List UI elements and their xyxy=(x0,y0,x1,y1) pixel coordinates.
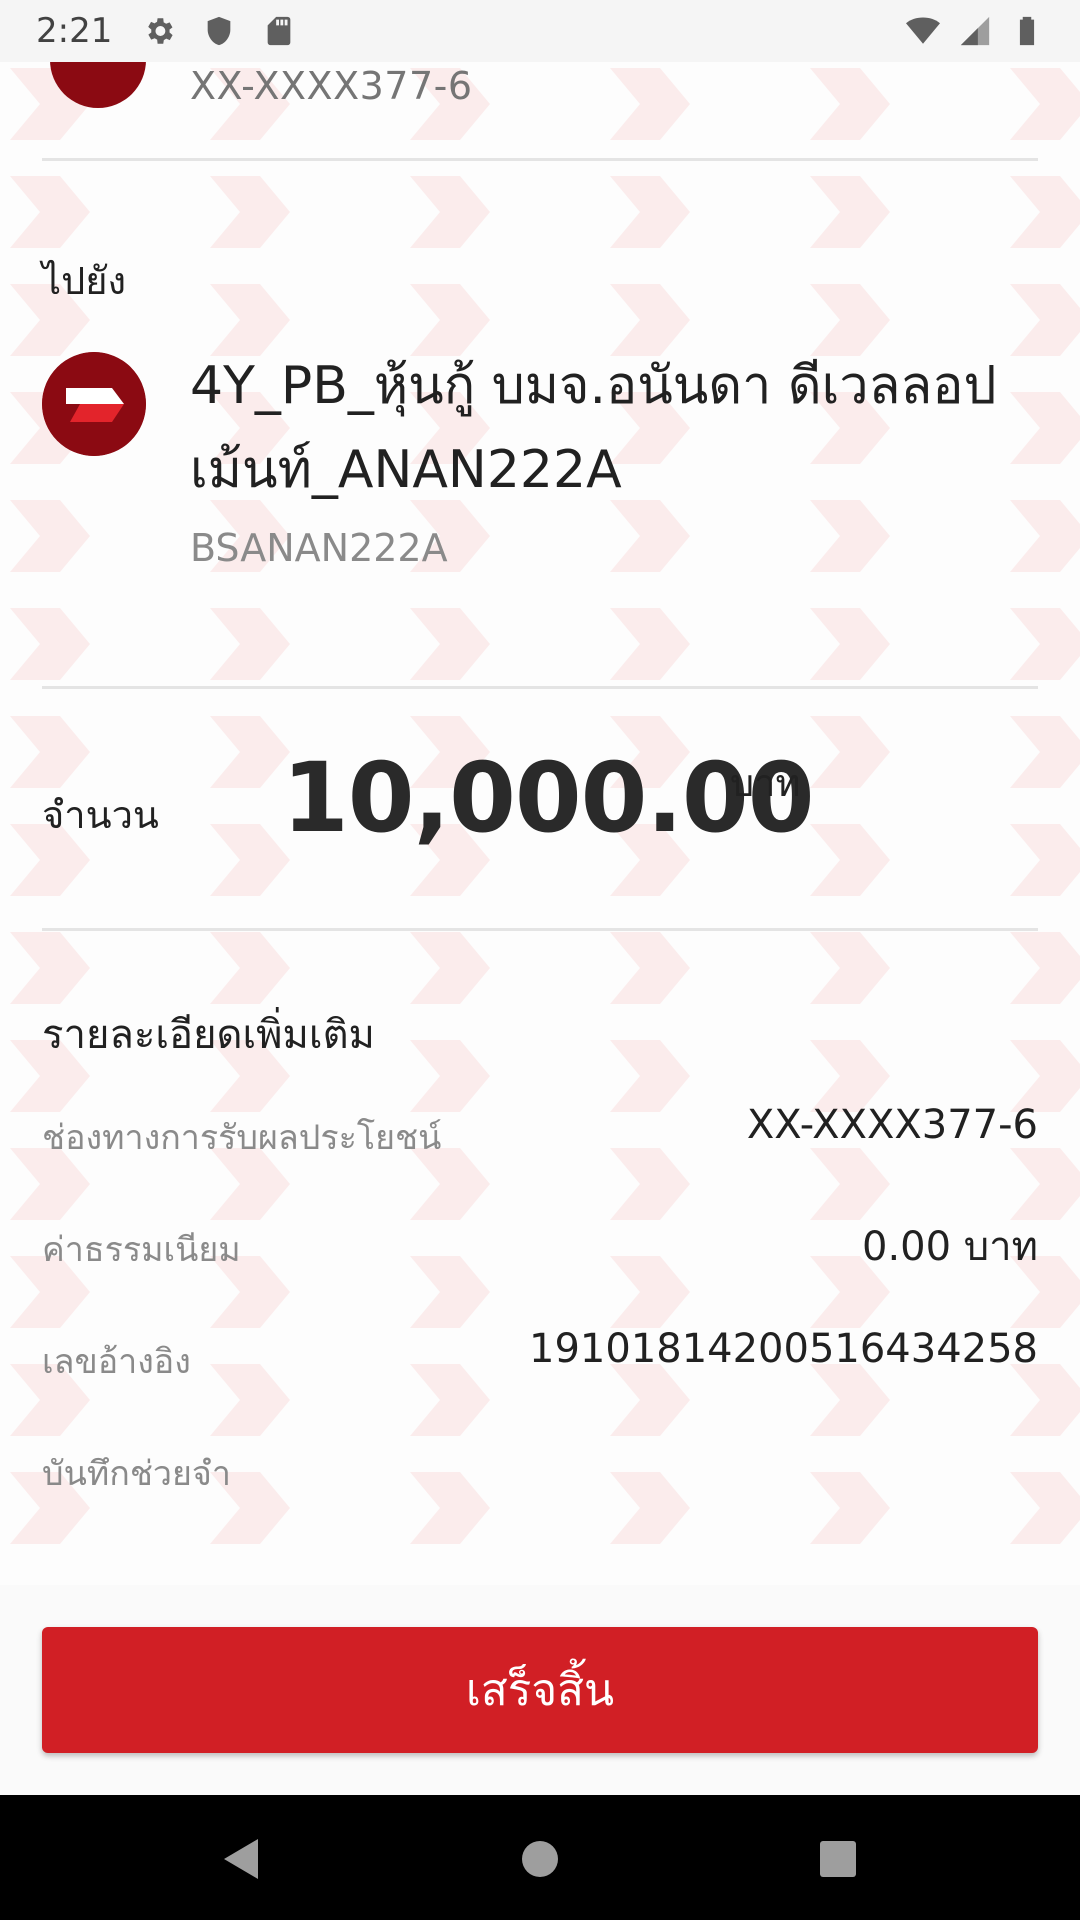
back-button[interactable] xyxy=(212,1831,268,1887)
from-account-row: XX-XXXX377-6 xyxy=(0,12,1080,157)
bottom-action-area: เสร็จสิ้น xyxy=(0,1585,1080,1795)
status-bar: 2:21 xyxy=(0,0,1080,62)
recents-button[interactable] xyxy=(810,1831,866,1887)
detail-row-benefit-channel: ช่องทางการรับผลประโยชน์ XX-XXXX377-6 xyxy=(42,1102,1038,1162)
detail-label: ช่องทางการรับผลประโยชน์ xyxy=(42,1118,442,1158)
divider xyxy=(42,928,1038,931)
detail-value: 0.00 บาท xyxy=(862,1224,1038,1270)
home-icon xyxy=(522,1841,558,1877)
wifi-icon xyxy=(906,17,940,44)
details-title: รายละเอียดเพิ่มเติม xyxy=(42,1012,375,1058)
gear-icon xyxy=(148,18,173,44)
amount-unit: บาท xyxy=(730,761,801,805)
amount-label: จำนวน xyxy=(42,793,159,837)
divider xyxy=(42,686,1038,689)
status-time: 2:21 xyxy=(36,11,113,51)
battery-icon xyxy=(1019,16,1035,46)
status-icons-left xyxy=(142,14,296,48)
transfer-receipt-screen: 2:21 XX-XXXX377-6 ไปยัง 4Y_PB_หุ้นกู้ บม… xyxy=(0,0,1080,1920)
to-label: ไปยัง xyxy=(42,259,127,303)
back-icon xyxy=(224,1839,258,1879)
status-icons-right xyxy=(906,14,1044,48)
detail-value: XX-XXXX377-6 xyxy=(746,1102,1038,1148)
detail-label: เลขอ้างอิง xyxy=(42,1342,191,1382)
detail-value: 19101814200516434258 xyxy=(529,1326,1038,1372)
detail-row-memo: บันทึกช่วยจำ xyxy=(42,1438,1038,1498)
destination-bank-logo xyxy=(42,352,146,456)
sd-card-icon xyxy=(268,16,291,46)
signal-icon xyxy=(960,16,990,46)
system-nav-bar xyxy=(0,1795,1080,1920)
done-button[interactable]: เสร็จสิ้น xyxy=(42,1627,1038,1753)
shield-icon xyxy=(208,16,231,46)
detail-label: บันทึกช่วยจำ xyxy=(42,1454,231,1494)
detail-label: ค่าธรรมเนียม xyxy=(42,1230,241,1270)
from-account-number: XX-XXXX377-6 xyxy=(190,64,473,108)
recents-icon xyxy=(820,1841,856,1877)
destination-name: 4Y_PB_หุ้นกู้ บมจ.อนันดา ดีเวลลอปเม้นท์_… xyxy=(190,356,997,500)
home-button[interactable] xyxy=(512,1831,568,1887)
destination-code: BSANAN222A xyxy=(190,526,448,570)
detail-row-reference: เลขอ้างอิง 19101814200516434258 xyxy=(42,1326,1038,1386)
detail-row-fee: ค่าธรรมเนียม 0.00 บาท xyxy=(42,1214,1038,1274)
divider xyxy=(42,158,1038,161)
bank-logo-icon xyxy=(42,352,146,456)
